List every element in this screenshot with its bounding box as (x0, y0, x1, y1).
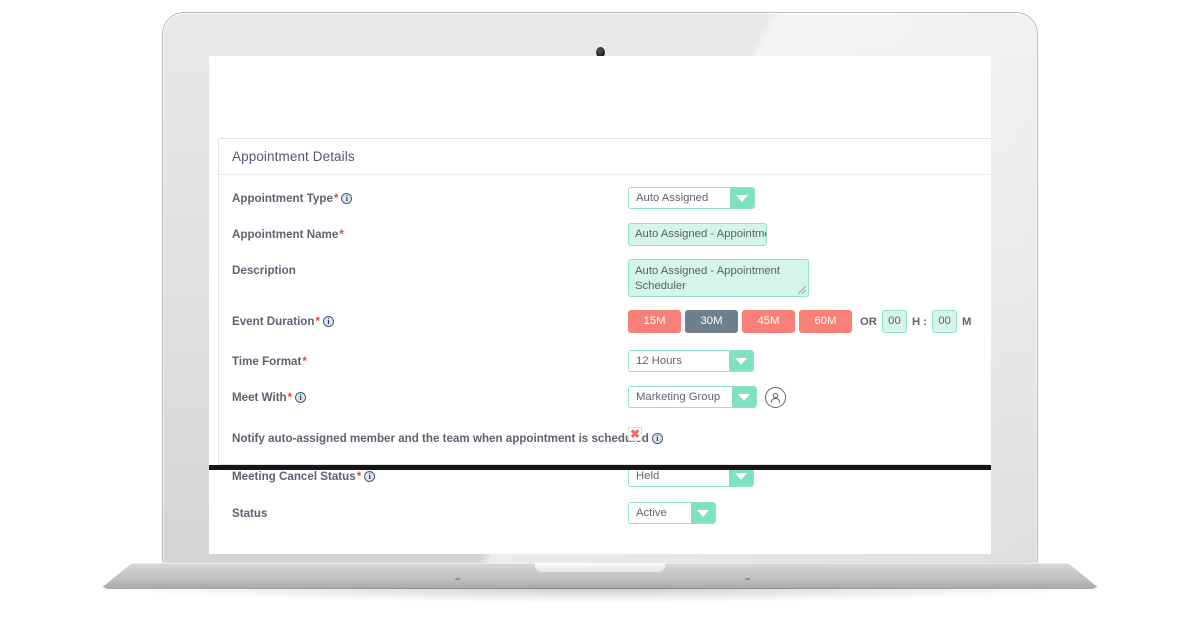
form-row-appointment-name: Appointment Name* Auto Assigned - Appoin… (219, 223, 991, 252)
required-marker: * (339, 228, 344, 241)
required-marker: * (333, 192, 339, 205)
label-appointment-type-text: Appointment Type (232, 192, 333, 205)
info-icon[interactable]: i (322, 316, 334, 327)
info-icon[interactable]: i (651, 433, 663, 444)
label-appointment-name: Appointment Name* (232, 223, 628, 241)
label-description: Description (232, 259, 628, 277)
required-marker: * (315, 315, 320, 328)
hours-unit-label: H : (911, 315, 928, 328)
label-status-text: Status (232, 507, 268, 520)
label-meeting-cancel-status-text: Meeting Cancel Status (232, 470, 356, 483)
laptop-base-notch (535, 563, 665, 572)
label-notify-text: Notify auto-assigned member and the team… (232, 432, 649, 445)
chevron-down-icon[interactable] (730, 188, 754, 208)
control-meet-with: Marketing Group (628, 386, 786, 408)
or-separator-text: OR (860, 315, 877, 328)
duration-hours-input[interactable]: 00 (881, 310, 907, 333)
form-row-meet-with: Meet With* i Marketing Group (219, 386, 991, 415)
required-marker: * (302, 355, 307, 368)
duration-option-30m[interactable]: 30M (685, 310, 738, 333)
select-meet-with-value: Marketing Group (629, 387, 732, 407)
form-row-time-format: Time Format* 12 Hours (219, 350, 991, 379)
description-textarea[interactable]: Auto Assigned - Appointment Scheduler (628, 259, 809, 297)
label-time-format: Time Format* (232, 350, 628, 368)
form-row-status: Status Active (219, 502, 991, 531)
label-event-duration-text: Event Duration (232, 315, 315, 328)
select-appointment-type[interactable]: Auto Assigned (628, 187, 755, 209)
appointment-name-input[interactable]: Auto Assigned - Appointmen (628, 223, 767, 246)
form-row-appointment-type: Appointment Type* i Auto Assigned (219, 187, 991, 216)
panel-header: Appointment Details (219, 139, 991, 175)
label-description-text: Description (232, 264, 296, 277)
laptop-mockup: Appointment Details Appointment Type* i A… (0, 0, 1200, 630)
duration-option-15m[interactable]: 15M (628, 310, 681, 333)
select-time-format-value: 12 Hours (629, 351, 729, 371)
description-textarea-value: Auto Assigned - Appointment Scheduler (635, 265, 781, 292)
resize-handle-icon[interactable] (798, 286, 806, 294)
info-icon[interactable]: i (295, 392, 307, 403)
label-meet-with-text: Meet With (232, 391, 287, 404)
laptop-screen: Appointment Details Appointment Type* i A… (209, 56, 991, 554)
control-notify: ✖ (628, 427, 642, 441)
required-marker: * (356, 470, 362, 483)
laptop-shadow (118, 588, 1082, 602)
label-appointment-type: Appointment Type* i (232, 187, 628, 205)
select-time-format[interactable]: 12 Hours (628, 350, 754, 372)
label-appointment-name-text: Appointment Name (232, 228, 339, 241)
chevron-down-icon[interactable] (732, 387, 756, 407)
select-meet-with[interactable]: Marketing Group (628, 386, 757, 408)
label-status: Status (232, 502, 628, 520)
notify-checkbox[interactable]: ✖ (628, 427, 642, 441)
control-time-format: 12 Hours (628, 350, 754, 372)
appointment-form: Appointment Type* i Auto Assigned Appoint… (219, 175, 991, 531)
person-icon[interactable] (765, 386, 786, 408)
duration-option-60m[interactable]: 60M (799, 310, 852, 333)
form-row-description: Description Auto Assigned - Appointment … (219, 259, 991, 297)
form-row-event-duration: Event Duration* i 15M 30M 45M 60M OR 00 H… (219, 310, 991, 339)
chevron-down-icon[interactable] (691, 503, 715, 523)
control-status: Active (628, 502, 716, 524)
control-appointment-type: Auto Assigned (628, 187, 755, 209)
page-title: Appointment Details (232, 149, 355, 164)
duration-minutes-input[interactable]: 00 (932, 310, 958, 333)
laptop-base-foot-right (745, 578, 750, 580)
appointment-details-panel: Appointment Details Appointment Type* i A… (218, 138, 991, 524)
panel-bottom-divider (209, 465, 991, 470)
control-description: Auto Assigned - Appointment Scheduler (628, 259, 809, 297)
control-event-duration: 15M 30M 45M 60M OR 00 H : 00 M (628, 310, 976, 333)
required-marker: * (287, 391, 293, 404)
info-icon[interactable]: i (364, 471, 376, 482)
select-appointment-type-value: Auto Assigned (629, 188, 730, 208)
select-status[interactable]: Active (628, 502, 716, 524)
info-icon[interactable]: i (341, 193, 353, 204)
duration-option-45m[interactable]: 45M (742, 310, 795, 333)
chevron-down-icon[interactable] (729, 351, 753, 371)
select-status-value: Active (629, 503, 691, 523)
label-notify: Notify auto-assigned member and the team… (232, 427, 663, 445)
label-event-duration: Event Duration* i (232, 310, 628, 328)
laptop-base-foot-left (455, 578, 460, 580)
label-meet-with: Meet With* i (232, 386, 628, 404)
label-time-format-text: Time Format (232, 355, 302, 368)
control-appointment-name: Auto Assigned - Appointmen (628, 223, 767, 246)
form-row-notify: Notify auto-assigned member and the team… (219, 427, 991, 456)
minutes-unit-label: M (962, 315, 972, 328)
